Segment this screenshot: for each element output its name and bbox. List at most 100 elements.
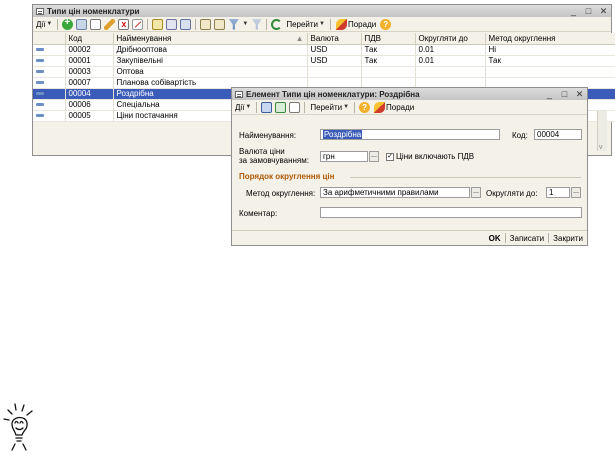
cell-name[interactable]: Закупівельні [113, 55, 308, 67]
cell-code[interactable]: 00002 [65, 44, 114, 56]
cell-code[interactable]: 00007 [65, 77, 114, 89]
add-group-icon[interactable] [90, 18, 102, 30]
currency-label-line1: Валюта ціни [239, 147, 285, 156]
table-row[interactable]: 00003 Оптова [33, 66, 615, 78]
cell-round-method[interactable]: Ні [485, 44, 615, 56]
close-icon[interactable]: ✕ [599, 6, 608, 16]
round-to-select-button[interactable]: ... [571, 187, 581, 198]
rounding-section-title: Порядок округлення цін [239, 172, 335, 181]
list-item-icon [36, 59, 44, 63]
save-button[interactable]: Записати [510, 234, 545, 243]
code-field[interactable]: 00004 [534, 129, 582, 140]
tips-button[interactable]: Поради [335, 18, 377, 30]
edit-icon[interactable] [104, 18, 116, 30]
column-header-vat[interactable]: ПДВ [361, 33, 416, 45]
cell-code[interactable]: 00006 [65, 99, 114, 111]
help-icon[interactable]: ? [359, 101, 371, 113]
ok-button[interactable]: OK [489, 234, 501, 243]
row-icon[interactable] [33, 77, 66, 89]
tree-view-icon[interactable] [166, 18, 178, 30]
close-icon[interactable]: ✕ [575, 89, 584, 99]
main-titlebar[interactable]: Типи цін номенклатури _ □ ✕ [33, 5, 611, 17]
scroll-down-icon[interactable]: v [599, 144, 603, 151]
rounding-method-select-button[interactable]: ... [471, 187, 481, 198]
actions-menu[interactable]: Дії ▼ [35, 20, 53, 29]
dialog-titlebar[interactable]: Елемент Типи цін номенклатури: Роздрібна… [232, 88, 587, 100]
filter-value-icon[interactable] [214, 18, 226, 30]
cell-code[interactable]: 00003 [65, 66, 114, 78]
row-icon[interactable] [33, 44, 66, 56]
dialog-actions-menu[interactable]: Дії ▼ [234, 103, 252, 112]
maximize-icon[interactable]: □ [584, 6, 593, 16]
column-header-round-method[interactable]: Метод округлення^ [485, 33, 615, 45]
currency-select-button[interactable]: ... [369, 151, 379, 162]
cell-vat[interactable] [361, 66, 416, 78]
cell-currency[interactable]: USD [307, 44, 362, 56]
toolbar-separator [195, 18, 197, 30]
name-label: Найменування: [239, 131, 297, 140]
dialog-footer: OK Записати Закрити [232, 230, 587, 245]
row-icon[interactable] [33, 110, 66, 122]
cell-code[interactable]: 00005 [65, 110, 114, 122]
filter-icon[interactable] [200, 18, 212, 30]
level-up-icon[interactable] [180, 18, 192, 30]
row-icon[interactable] [33, 55, 66, 67]
vat-checkbox[interactable]: ✓ Ціни включають ПДВ [386, 152, 474, 161]
tips-icon [335, 18, 347, 30]
save-icon[interactable] [261, 101, 273, 113]
dialog-tips-button[interactable]: Поради [373, 101, 415, 113]
cell-vat[interactable]: Так [361, 44, 416, 56]
toolbar-separator [304, 101, 306, 113]
column-header-currency[interactable]: Валюта [307, 33, 362, 45]
row-icon[interactable] [33, 88, 66, 100]
name-field[interactable]: Роздрібна [320, 129, 500, 140]
cell-code[interactable]: 00001 [65, 55, 114, 67]
column-header-icon[interactable] [33, 33, 66, 45]
row-icon[interactable] [33, 66, 66, 78]
filter-list-icon[interactable] [228, 18, 240, 30]
minimize-icon[interactable]: _ [569, 6, 578, 16]
cell-round-to[interactable] [415, 66, 486, 78]
cell-code[interactable]: 00004 [65, 88, 114, 100]
list-view-icon[interactable] [152, 18, 164, 30]
comment-field[interactable] [320, 207, 582, 218]
footer-separator [548, 233, 550, 243]
toolbar-separator [329, 18, 331, 30]
save-and-close-icon[interactable] [275, 101, 287, 113]
cell-round-to[interactable]: 0.01 [415, 44, 486, 56]
cell-vat[interactable]: Так [361, 55, 416, 67]
delete-icon[interactable]: x [118, 18, 130, 30]
currency-field[interactable]: грн [320, 151, 368, 162]
dialog-goto-menu[interactable]: Перейти ▼ [309, 103, 350, 112]
cell-name[interactable]: Оптова [113, 66, 308, 78]
cell-name[interactable]: Дрібнооптова [113, 44, 308, 56]
row-icon[interactable] [33, 99, 66, 111]
dialog-title: Елемент Типи цін номенклатури: Роздрібна [246, 89, 420, 99]
cell-round-to[interactable]: 0.01 [415, 55, 486, 67]
chevron-down-icon[interactable]: ▼ [242, 21, 248, 27]
cell-currency[interactable] [307, 66, 362, 78]
column-header-name[interactable]: Найменування ▲ [113, 33, 308, 45]
clear-filter-icon[interactable] [251, 18, 263, 30]
add-icon[interactable] [62, 17, 74, 30]
dialog-toolbar: Дії ▼ Перейти ▼ ? Поради [232, 100, 587, 115]
column-header-round-to[interactable]: Округляти до [415, 33, 486, 45]
goto-menu[interactable]: Перейти ▼ [285, 20, 326, 29]
table-row[interactable]: 00001 Закупівельні USD Так 0.01 Так [33, 55, 615, 67]
minimize-icon[interactable]: _ [545, 89, 554, 99]
table-scrollbar[interactable]: v [597, 111, 607, 151]
refresh-icon[interactable] [271, 18, 283, 30]
mark-deletion-icon[interactable] [132, 18, 144, 30]
table-row[interactable]: 00002 Дрібнооптова USD Так 0.01 Ні [33, 44, 615, 56]
round-to-field[interactable]: 1 [546, 187, 570, 198]
close-button[interactable]: Закрити [553, 234, 583, 243]
maximize-icon[interactable]: □ [560, 89, 569, 99]
cell-currency[interactable]: USD [307, 55, 362, 67]
cell-round-method[interactable] [485, 66, 615, 78]
help-icon[interactable]: ? [380, 18, 392, 30]
new-copy-icon[interactable] [289, 101, 301, 113]
cell-round-method[interactable]: Так [485, 55, 615, 67]
copy-icon[interactable] [76, 18, 88, 30]
rounding-method-field[interactable]: За арифметичними правилами [320, 187, 470, 198]
column-header-code[interactable]: Код [65, 33, 114, 45]
